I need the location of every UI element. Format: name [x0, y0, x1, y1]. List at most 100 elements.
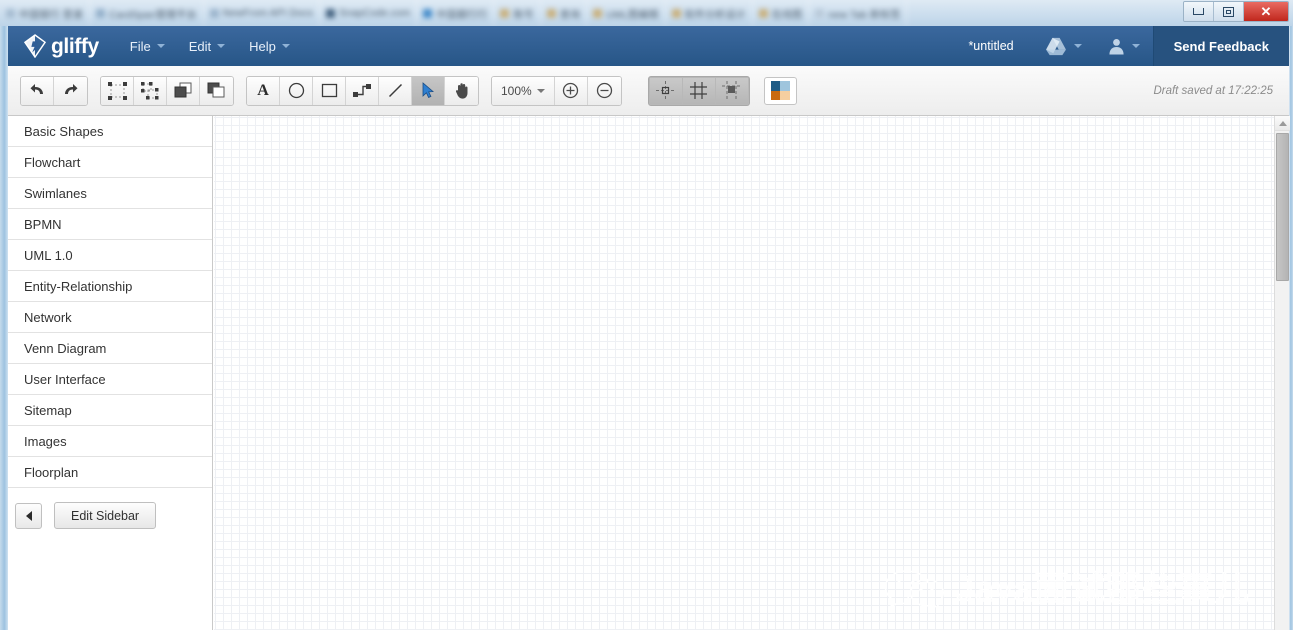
bring-to-front-button[interactable]: [167, 76, 200, 105]
browser-tab[interactable]: 账号: [494, 0, 541, 26]
sidebar-item-label: Sitemap: [24, 402, 72, 418]
menu-help[interactable]: Help: [238, 28, 301, 65]
sidebar-item-entity-relationship[interactable]: Entity-Relationship: [8, 271, 212, 302]
sidebar-item-user-interface[interactable]: User Interface: [8, 364, 212, 395]
app-toolbar: A 100% Draft saved at 17:22:25: [8, 66, 1289, 116]
browser-tab-label: new Tab 新标签: [828, 9, 901, 21]
text-icon: A: [257, 81, 269, 99]
redo-icon: [65, 83, 78, 94]
browser-tab[interactable]: 中国银行 登录: [0, 0, 91, 26]
user-icon: [1109, 39, 1124, 55]
browser-tabs[interactable]: 中国银行 登录 CardSpan管理平台 NewFrom API Docs SnapC…: [0, 0, 908, 26]
gliffy-app-window: 中国银行 登录 CardSpan管理平台 NewFrom API Docs SnapC…: [0, 0, 1293, 630]
redo-button[interactable]: [54, 76, 87, 105]
maximize-button[interactable]: [1214, 2, 1244, 21]
favicon-icon: [500, 8, 510, 18]
browser-tab[interactable]: 软件分析设计: [666, 0, 753, 26]
browser-tab-label: 在线图: [771, 9, 803, 21]
chevron-up-icon: [1278, 120, 1287, 126]
grid-icon: [690, 82, 708, 99]
document-title: *untitled: [968, 39, 1014, 53]
rectangle-tool[interactable]: [313, 76, 346, 105]
scroll-up-button[interactable]: [1275, 116, 1290, 131]
draft-status-text: Draft saved at 17:22:25: [1153, 84, 1273, 97]
browser-tab[interactable]: SnapCode.com: [320, 0, 418, 26]
chevron-down-icon: [1073, 44, 1082, 48]
ungroup-button[interactable]: [134, 76, 167, 105]
chevron-down-icon: [1131, 44, 1140, 48]
toolbar-tools-group: A: [246, 75, 479, 106]
zoom-in-button[interactable]: [554, 76, 588, 105]
snap-to-grid-toggle[interactable]: [649, 77, 682, 104]
sidebar-item-flowchart[interactable]: Flowchart: [8, 147, 212, 178]
menu-file-label: File: [129, 38, 151, 54]
google-drive-menu[interactable]: [1032, 26, 1095, 66]
send-feedback-button[interactable]: Send Feedback: [1152, 26, 1289, 66]
show-guides-toggle[interactable]: [715, 77, 748, 104]
group-button[interactable]: [101, 76, 134, 105]
edit-sidebar-button[interactable]: Edit Sidebar: [54, 502, 157, 529]
close-button[interactable]: ✕: [1244, 2, 1288, 21]
collapse-sidebar-button[interactable]: [15, 502, 42, 529]
account-menu[interactable]: [1095, 26, 1153, 66]
scrollbar-thumb[interactable]: [1276, 133, 1289, 281]
gliffy-logo[interactable]: gliffy: [24, 34, 99, 58]
sidebar-item-bpmn[interactable]: BPMN: [8, 209, 212, 240]
browser-tab[interactable]: CardSpan管理平台: [90, 0, 204, 26]
shape-library-sidebar: Basic Shapes Flowchart Swimlanes BPMN UML 1.…: [8, 116, 213, 630]
sidebar-item-uml-1-0[interactable]: UML 1.0: [8, 240, 212, 271]
favicon-icon: [96, 8, 106, 18]
sidebar-item-network[interactable]: Network: [8, 302, 212, 333]
sidebar-item-images[interactable]: Images: [8, 426, 212, 457]
canvas-vertical-scrollbar[interactable]: [1274, 116, 1290, 630]
google-drive-icon: [1045, 37, 1066, 55]
ellipse-tool[interactable]: [280, 76, 313, 105]
sidebar-item-swimlanes[interactable]: Swimlanes: [8, 178, 212, 209]
show-grid-toggle[interactable]: [682, 77, 715, 104]
connector-tool[interactable]: [346, 76, 379, 105]
browser-tab-label: SnapCode.com: [339, 7, 411, 19]
watermark: Java面试那些事儿: [882, 566, 1250, 612]
zoom-out-button[interactable]: [587, 76, 621, 105]
browser-tab-label: 软件分析设计: [684, 9, 746, 21]
browser-tab[interactable]: UML图编辑: [587, 0, 666, 26]
browser-tab-label: 账号: [513, 9, 534, 21]
browser-tab[interactable]: 在线图: [753, 0, 810, 26]
sidebar-item-sitemap[interactable]: Sitemap: [8, 395, 212, 426]
zoom-level-dropdown[interactable]: 100%: [492, 76, 555, 105]
browser-tab-label: UML图编辑: [606, 9, 659, 21]
guides-icon: [722, 81, 742, 100]
swatch-3: [770, 90, 781, 100]
pointer-tool[interactable]: [412, 76, 445, 105]
minimize-button[interactable]: [1184, 2, 1214, 21]
snap-icon: [656, 81, 676, 100]
menu-edit[interactable]: Edit: [178, 28, 236, 65]
sidebar-item-basic-shapes[interactable]: Basic Shapes: [8, 116, 212, 147]
watermark-text: Java面试那些事儿: [955, 569, 1250, 609]
browser-tab[interactable]: 查询: [541, 0, 588, 26]
favicon-icon: [6, 8, 15, 18]
menubar-right: *untitled Send Feedback: [950, 26, 1289, 66]
text-tool[interactable]: A: [247, 76, 280, 105]
toolbar-arrange-group: [100, 75, 234, 106]
hand-tool[interactable]: [445, 76, 478, 105]
send-to-back-icon: [207, 82, 225, 98]
diagram-canvas[interactable]: Java面试那些事儿: [214, 116, 1274, 630]
swatch-4: [780, 90, 790, 100]
menu-help-label: Help: [249, 38, 276, 54]
sidebar-item-floorplan[interactable]: Floorplan: [8, 457, 212, 488]
sidebar-item-label: Basic Shapes: [24, 123, 104, 139]
undo-button[interactable]: [21, 76, 54, 105]
theme-palette-button[interactable]: [763, 76, 797, 105]
browser-tab[interactable]: new Tab 新标签: [809, 0, 908, 26]
favicon-icon: [671, 8, 681, 18]
sidebar-item-label: BPMN: [24, 216, 62, 232]
browser-tab[interactable]: NewFrom API Docs: [204, 0, 321, 26]
app-menubar: gliffy File Edit Help *untitled Send Fee…: [8, 26, 1289, 66]
favicon-icon: [209, 8, 219, 18]
browser-tab[interactable]: 中国銀行行: [417, 0, 495, 26]
sidebar-item-venn-diagram[interactable]: Venn Diagram: [8, 333, 212, 364]
line-tool[interactable]: [379, 76, 412, 105]
send-to-back-button[interactable]: [200, 76, 233, 105]
menu-file[interactable]: File: [119, 28, 176, 65]
